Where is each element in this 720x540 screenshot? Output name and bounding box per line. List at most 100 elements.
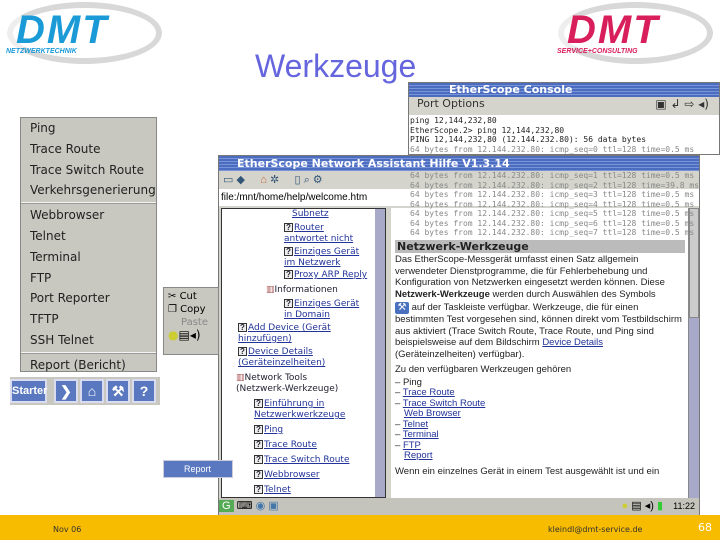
copy-icon: ❐ [168, 304, 177, 315]
tree-item[interactable]: Einführung in Netzwerkwerkzeuge [254, 399, 345, 420]
home-icon[interactable]: ⌂ [80, 379, 104, 403]
tree-item[interactable]: Proxy ARP Reply [294, 270, 367, 280]
port-options-menu[interactable]: Port Options [417, 97, 485, 110]
tree-item[interactable]: Einziges Gerät im Netzwerk [284, 247, 359, 268]
tool-link[interactable]: FTP [403, 440, 421, 451]
menu-divider [21, 202, 156, 205]
tree-item[interactable]: Einziges Gerät in Domain [284, 299, 359, 320]
help-page-icon: ? [254, 455, 263, 464]
start-icon[interactable]: G [219, 500, 234, 512]
menu-item-telnet[interactable]: Telnet [21, 226, 156, 247]
tools-icon: ⚒ [395, 302, 409, 314]
console-output-overflow: 64 bytes from 12.144.232.80: icmp_seq=1 … [410, 171, 699, 237]
content-heading: Netzwerk-Werkzeuge [395, 240, 685, 253]
search-icon[interactable]: ⌕ [304, 174, 310, 186]
menu-item-ftp[interactable]: FTP [21, 268, 156, 289]
tool-link[interactable]: Telnet [403, 419, 428, 430]
tree-item[interactable]: Telnet [264, 485, 291, 495]
footer-date: Nov 06 [53, 525, 82, 534]
report-button[interactable]: Report [163, 460, 233, 478]
assistant-title-bar[interactable]: EtherScope Network Assistant Hilfe V1.3.… [219, 156, 699, 171]
content-scrollbar[interactable] [688, 208, 699, 498]
help-page-icon: ? [254, 425, 263, 434]
menu-item-webbrowser[interactable]: Webbrowser [21, 205, 156, 226]
dmt-netzwerktechnik-logo: DMT NETZWERKTECHNIK [2, 0, 162, 64]
help-page-icon: ? [254, 470, 263, 479]
tool-link[interactable]: Web Browser [404, 408, 461, 419]
tree-item[interactable]: Subnetz [292, 209, 329, 219]
tool-link[interactable]: Terminal [403, 429, 439, 440]
help-page-icon: ? [238, 347, 247, 356]
menu-item-trace-route[interactable]: Trace Route [21, 139, 156, 160]
menu-item-copy[interactable]: ❐ Copy [168, 303, 218, 316]
settings-icon[interactable]: ⚙ [313, 174, 323, 186]
tools-menu: Ping Trace Route Trace Switch Route Verk… [20, 117, 157, 372]
starter-button[interactable]: Starter [10, 379, 47, 403]
tree-item[interactable]: Informationen [275, 285, 338, 295]
menu-item-cut[interactable]: ✂ Cut [168, 290, 218, 303]
window-icon[interactable]: ▣ [268, 500, 278, 512]
tree-item[interactable]: Router antwortet nicht [284, 223, 353, 244]
tool-link[interactable]: Trace Switch Route [403, 398, 486, 409]
footer-email: kleindl@dmt-service.de [548, 525, 643, 534]
scissors-icon: ✂ [168, 291, 177, 302]
slide-title: Werkzeuge [255, 48, 417, 84]
console-title-bar[interactable]: EtherScope Console [409, 83, 719, 97]
tree-item[interactable]: Webbrowser [264, 470, 320, 480]
dmt-service-consulting-logo: DMT SERVICE+CONSULTING [553, 0, 713, 64]
tray-icons: ●▤◂) [168, 328, 201, 342]
page-number: 68 [698, 521, 712, 534]
device-taskbar: G ⌨ ◉ ▣ 11:22 ● ▤ ◂) ▮ [219, 498, 699, 515]
back-button[interactable]: ❯ [54, 379, 78, 403]
tool-link[interactable]: Report [404, 450, 433, 461]
tree-scrollbar[interactable] [375, 209, 385, 497]
tree-item[interactable]: Device Details (Geräteinzelheiten) [238, 347, 325, 368]
etherscope-console-window: EtherScope Console Port Options ▣ ↲ ⇨ ◂)… [408, 82, 720, 155]
help-page-icon: ? [284, 247, 293, 256]
menu-item-port-reporter[interactable]: Port Reporter [21, 288, 156, 309]
menu-divider [21, 351, 156, 354]
tool-link[interactable]: Trace Route [403, 387, 455, 398]
help-page-icon: ? [254, 399, 263, 408]
menu-item-ssh-telnet[interactable]: SSH Telnet [21, 330, 156, 351]
bookmark-icon[interactable]: ▭ [223, 174, 233, 186]
tree-item[interactable]: Network Tools (Netzwerk-Werkzeuge) [236, 373, 338, 394]
help-page-icon: ? [254, 485, 263, 494]
network-icon[interactable]: ◉ [256, 500, 266, 512]
help-tree: Subnetz ? Router antwortet nicht ? Einzige… [221, 208, 386, 498]
back-icon[interactable]: ◆ [236, 174, 244, 186]
help-page-icon: ? [284, 223, 293, 232]
reload-icon[interactable]: ✲ [270, 174, 279, 186]
tray-icons[interactable]: ● ▤ ◂) ▮ [622, 498, 663, 515]
console-output: ping 12,144,232,80 EtherScope.2> ping 12,… [409, 115, 719, 154]
book-icon: ▥ [266, 285, 275, 295]
book-icon: ▥ [236, 373, 245, 383]
keyboard-icon[interactable]: ⌨ [237, 500, 253, 512]
menu-item-traffic-generation[interactable]: Verkehrsgenerierung [21, 180, 156, 201]
device-details-link[interactable]: Device Details [542, 337, 603, 348]
content-last-paragraph: Wenn ein einzelnes Gerät in einem Test a… [395, 465, 660, 477]
tools-icon[interactable]: ⚒ [106, 379, 130, 403]
tree-item[interactable]: Trace Switch Route [264, 455, 349, 465]
help-button[interactable]: ? [132, 379, 156, 403]
tree-item[interactable]: Ping [264, 425, 283, 435]
menu-item-tftp[interactable]: TFTP [21, 309, 156, 330]
help-page-icon: ? [284, 299, 293, 308]
menu-item-report[interactable]: Report (Bericht) [21, 355, 156, 376]
tools-list: – Ping – Trace Route – Trace Switch Rout… [395, 376, 486, 461]
menu-item-terminal[interactable]: Terminal [21, 247, 156, 268]
slide-footer: Nov 06 kleindl@dmt-service.de 68 [0, 515, 720, 540]
help-page-icon: ? [238, 323, 247, 332]
menu-item-trace-switch-route[interactable]: Trace Switch Route [21, 160, 156, 181]
print-icon[interactable]: ▯ [294, 174, 300, 186]
tree-item[interactable]: Trace Route [264, 440, 317, 450]
menu-item-ping[interactable]: Ping [21, 118, 156, 139]
context-menu: ✂ Cut ❐ Copy Paste ●▤◂) [163, 287, 219, 355]
clock: 11:22 [673, 501, 695, 511]
console-toolbar-icons[interactable]: ▣ ↲ ⇨ ◂) [655, 97, 709, 111]
tree-item[interactable]: Add Device (Gerät hinzufügen) [238, 323, 331, 344]
help-page-icon: ? [254, 440, 263, 449]
help-content: Netzwerk-Werkzeuge Das EtherScope-Messge… [391, 208, 699, 498]
tool-link[interactable]: Ping [403, 377, 422, 388]
home-icon[interactable]: ⌂ [260, 174, 267, 186]
